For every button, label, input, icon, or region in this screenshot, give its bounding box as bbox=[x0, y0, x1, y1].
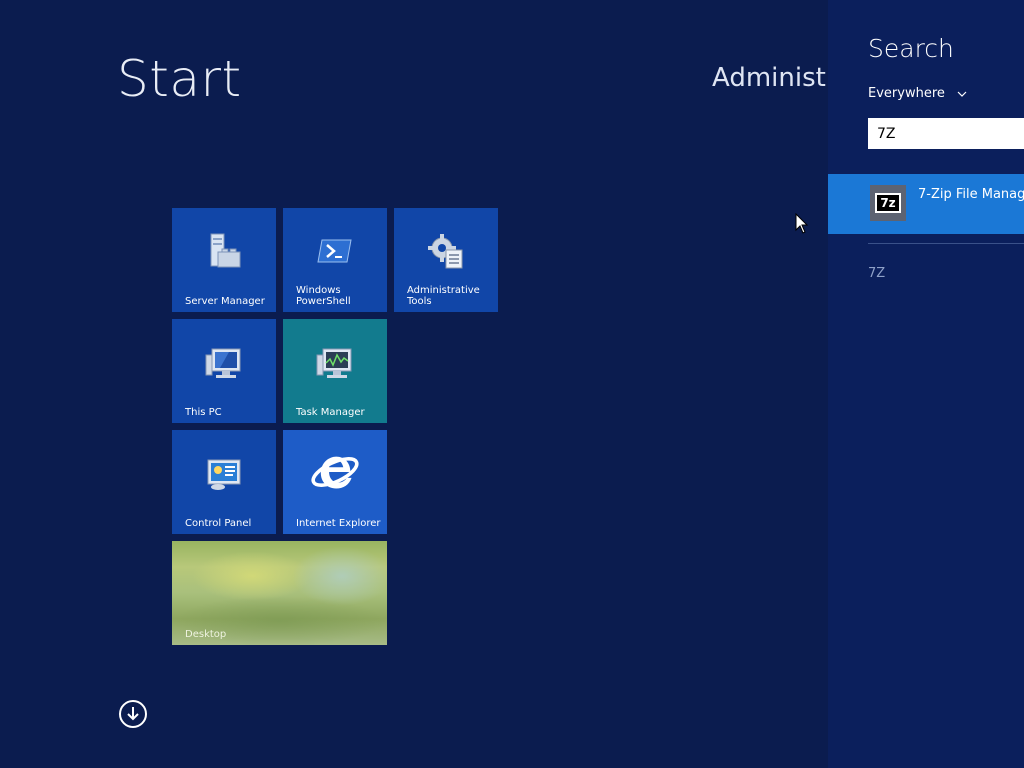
divider bbox=[868, 243, 1024, 244]
7zip-icon-text: 7z bbox=[877, 195, 899, 211]
tile-label: Administrative Tools bbox=[407, 285, 480, 307]
tile-internet-explorer[interactable]: Internet Explorer bbox=[283, 430, 387, 534]
tile-label: Windows PowerShell bbox=[296, 285, 351, 307]
mouse-cursor-icon bbox=[795, 213, 809, 234]
tile-task-manager[interactable]: Task Manager bbox=[283, 319, 387, 423]
search-result-label: 7-Zip File Manag bbox=[918, 187, 1024, 202]
start-screen: Start Administra Server Manager Windows … bbox=[0, 0, 1024, 768]
page-title: Start bbox=[117, 50, 242, 108]
admin-tools-icon bbox=[428, 234, 463, 269]
tile-label: Desktop bbox=[185, 629, 227, 640]
server-manager-icon bbox=[210, 233, 241, 268]
tile-this-pc[interactable]: This PC bbox=[172, 319, 276, 423]
down-arrow-circle-icon bbox=[127, 707, 139, 721]
all-apps-button[interactable] bbox=[119, 700, 147, 728]
search-title: Search bbox=[868, 34, 954, 63]
search-scope-label: Everywhere bbox=[868, 86, 945, 101]
tile-server-manager[interactable]: Server Manager bbox=[172, 208, 276, 312]
search-scope-dropdown[interactable]: Everywhere bbox=[868, 86, 967, 101]
tile-label: Task Manager bbox=[296, 407, 365, 418]
control-panel-icon bbox=[207, 459, 241, 490]
computer-icon bbox=[205, 348, 241, 378]
tile-administrative-tools[interactable]: Administrative Tools bbox=[394, 208, 498, 312]
search-suggestion[interactable]: 7Z bbox=[868, 266, 885, 281]
search-input[interactable] bbox=[868, 118, 1024, 149]
internet-explorer-icon bbox=[311, 456, 359, 489]
tile-label: Internet Explorer bbox=[296, 518, 381, 529]
task-manager-icon bbox=[316, 348, 352, 378]
chevron-down-icon bbox=[957, 91, 967, 97]
search-pane: Search Everywhere 7z 7-Zip File Manag 7Z bbox=[828, 0, 1024, 768]
tile-windows-powershell[interactable]: Windows PowerShell bbox=[283, 208, 387, 312]
powershell-icon bbox=[317, 239, 352, 263]
tile-label: This PC bbox=[185, 407, 222, 418]
7zip-icon: 7z bbox=[870, 185, 906, 221]
search-result-7zip[interactable]: 7z 7-Zip File Manag bbox=[828, 174, 1024, 234]
tile-desktop[interactable]: Desktop bbox=[172, 541, 387, 645]
tile-control-panel[interactable]: Control Panel bbox=[172, 430, 276, 534]
tile-label: Server Manager bbox=[185, 296, 265, 307]
tile-label: Control Panel bbox=[185, 518, 252, 529]
